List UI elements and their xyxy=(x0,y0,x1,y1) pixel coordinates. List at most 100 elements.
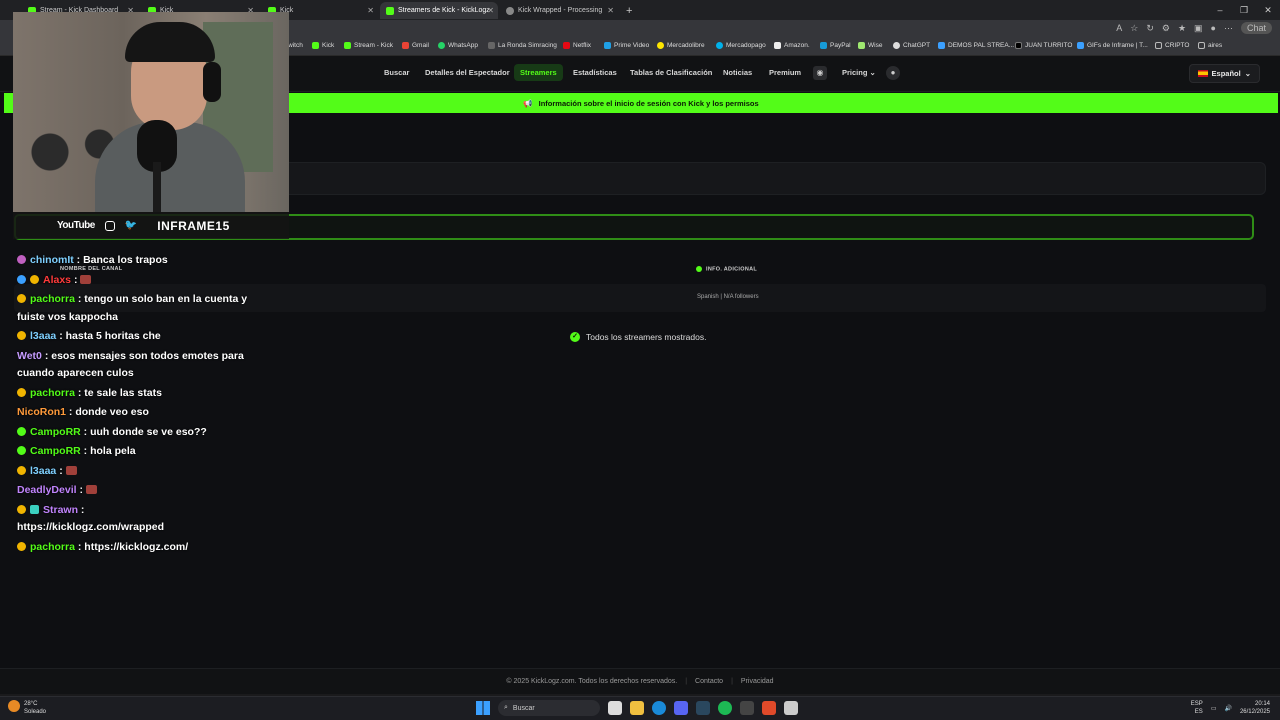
nav-buscar[interactable]: Buscar xyxy=(384,68,409,77)
discord-icon[interactable] xyxy=(674,701,688,715)
nav-streamers[interactable]: Streamers xyxy=(514,64,563,81)
user-icon[interactable]: ● xyxy=(886,66,900,80)
og-badge-icon xyxy=(17,465,26,475)
clock[interactable]: 20:14 26/12/2025 xyxy=(1240,700,1270,716)
sub-badge-icon xyxy=(17,504,26,514)
status-dot-icon xyxy=(696,266,702,272)
nav-tablas-clasificacion[interactable]: Tablas de Clasificación xyxy=(630,68,712,77)
chevron-down-icon: ⌄ xyxy=(1244,69,1251,78)
nav-noticias[interactable]: Noticias xyxy=(723,68,752,77)
webcam-socials-bar: YouTube 🐦 INFRAME15 xyxy=(13,212,289,239)
prime-video-icon xyxy=(604,42,611,49)
system-tray: ESP ES ▭ 🔊 20:14 26/12/2025 xyxy=(1191,700,1270,716)
tab-kicklogz-streamers[interactable]: Streamers de Kick - KickLogz ✕ xyxy=(380,2,498,19)
star-icon[interactable]: ☆ xyxy=(1130,23,1138,34)
bookmark-prime-video[interactable]: Prime Video xyxy=(604,42,649,49)
nav-premium[interactable]: Premium xyxy=(769,68,801,77)
footer-privacy-link[interactable]: Privacidad xyxy=(741,678,774,685)
kick-icon xyxy=(312,42,319,49)
bookmark-kick[interactable]: Kick xyxy=(312,42,334,49)
app-icon[interactable] xyxy=(762,701,776,715)
language-selector[interactable]: Español ⌄ xyxy=(1188,64,1260,83)
bookmark-amazon[interactable]: Amazon. xyxy=(774,42,810,49)
bookmark-juan-turrito[interactable]: JUAN TURRITO xyxy=(1015,42,1072,49)
close-icon[interactable]: ✕ xyxy=(607,6,614,15)
bookmark-mercadopago[interactable]: Mercadopago xyxy=(716,42,766,49)
x-icon xyxy=(1015,42,1022,49)
collections-icon[interactable]: ▣ xyxy=(1194,23,1203,34)
restore-icon[interactable]: ❐ xyxy=(1232,0,1256,20)
globe-icon xyxy=(506,6,514,15)
sub-badge-icon xyxy=(17,387,26,397)
copilot-chat-button[interactable]: Chat xyxy=(1240,22,1272,34)
folder-icon xyxy=(1155,42,1162,49)
profile-icon[interactable]: ● xyxy=(1211,23,1216,33)
bookmark-icon xyxy=(938,42,945,49)
bookmark-wise[interactable]: Wise xyxy=(858,42,882,49)
og-badge-icon xyxy=(17,331,26,340)
chat-overlay: chinomIt : Banca los trapos Alaxs : pach… xyxy=(17,252,267,558)
nav-estadisticas[interactable]: Estadísticas xyxy=(573,68,617,77)
windows-start-icon[interactable] xyxy=(476,701,490,715)
bookmark-paypal[interactable]: PayPal xyxy=(820,42,851,49)
taskbar-search[interactable]: ⌕ Buscar xyxy=(498,700,600,716)
headset xyxy=(203,62,221,102)
close-icon[interactable]: ✕ xyxy=(487,6,494,15)
app-icon[interactable] xyxy=(740,701,754,715)
new-tab-button[interactable]: + xyxy=(620,2,636,19)
megaphone-icon: 📢 xyxy=(523,98,533,108)
folder-icon xyxy=(488,42,495,49)
instagram-icon xyxy=(104,220,115,231)
favorites-icon[interactable]: ★ xyxy=(1178,23,1186,34)
footer-contact-link[interactable]: Contacto xyxy=(695,678,723,685)
refresh-icon[interactable]: ↻ xyxy=(1146,23,1154,34)
steam-icon[interactable] xyxy=(696,701,710,715)
nav-detalles-espectador[interactable]: Detalles del Espectador xyxy=(425,68,510,77)
bookmark-gifs[interactable]: GIFs de Inframe | T... xyxy=(1077,42,1148,49)
weather-widget[interactable]: 28°C Soleado xyxy=(8,700,46,716)
nav-pricing[interactable]: Pricing ⌄ xyxy=(842,68,876,77)
browser-toolbar: A ☆ ↻ ⚙ ★ ▣ ● ⋯ Chat xyxy=(1116,22,1272,34)
language-indicator[interactable]: ESP ES xyxy=(1191,700,1203,716)
row-info: Spanish | N/A followers xyxy=(697,294,759,300)
chat-message: CampoRR : uuh donde se ve eso?? xyxy=(17,424,267,442)
gift-badge-icon xyxy=(30,504,39,514)
bookmark-twitch[interactable]: witch xyxy=(288,42,303,49)
chat-message: Wet0 : esos mensajes son todos emotes pa… xyxy=(17,349,244,380)
bookmark-demos[interactable]: DEMOS PAL STREA... xyxy=(938,42,1014,49)
bookmark-cripto[interactable]: CRIPTO xyxy=(1155,42,1189,49)
mercadolibre-icon xyxy=(657,42,664,49)
chat-message: pachorra : te sale las stats xyxy=(17,385,267,403)
volume-icon[interactable]: 🔊 xyxy=(1224,705,1231,712)
screen: Stream - Kick Dashboard ✕ Kick ✕ Kick ✕ Str… xyxy=(0,0,1280,720)
bookmark-netflix[interactable]: Netflix xyxy=(563,42,591,49)
bookmark-mercadolibre[interactable]: Mercadolibre xyxy=(657,42,705,49)
app-icon[interactable] xyxy=(784,701,798,715)
bookmark-stream-kick[interactable]: Stream - Kick xyxy=(344,42,393,49)
tab-kick-wrapped[interactable]: Kick Wrapped - Processing ✕ xyxy=(500,2,618,19)
bookmark-aires[interactable]: aires xyxy=(1198,42,1222,49)
file-explorer-icon[interactable] xyxy=(630,701,644,715)
close-icon[interactable]: ✕ xyxy=(367,6,374,15)
close-window-icon[interactable]: ✕ xyxy=(1256,0,1280,20)
bookmark-gmail[interactable]: Gmail xyxy=(402,42,429,49)
extensions-icon[interactable]: ⚙ xyxy=(1162,23,1170,34)
window-controls: – ❐ ✕ xyxy=(1208,0,1280,20)
bookmark-whatsapp[interactable]: WhatsApp xyxy=(438,42,478,49)
network-icon[interactable]: ▭ xyxy=(1211,705,1217,712)
minimize-icon[interactable]: – xyxy=(1208,0,1232,20)
translate-icon[interactable]: A xyxy=(1116,23,1122,33)
menu-icon[interactable]: ⋯ xyxy=(1224,23,1233,34)
sub-badge-icon xyxy=(17,541,26,551)
og-badge-icon xyxy=(30,274,39,284)
bookmark-chatgpt[interactable]: ChatGPT xyxy=(893,42,930,49)
search-icon: ⌕ xyxy=(504,704,508,711)
task-view-icon[interactable] xyxy=(608,701,622,715)
spotify-icon[interactable] xyxy=(718,701,732,715)
paypal-icon xyxy=(820,42,827,49)
bookmark-la-ronda[interactable]: La Ronda Simracing xyxy=(488,42,557,49)
edge-icon[interactable] xyxy=(652,701,666,715)
webcam-overlay xyxy=(13,12,289,212)
discord-icon[interactable]: ◉ xyxy=(813,66,827,80)
sub-badge-icon xyxy=(17,255,26,264)
